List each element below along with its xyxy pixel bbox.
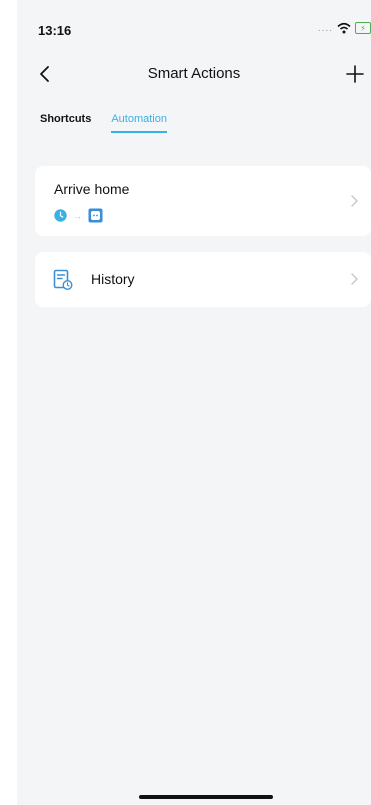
home-indicator[interactable]: [139, 795, 273, 799]
wifi-icon: [337, 22, 351, 34]
automation-flow: →: [54, 208, 103, 223]
chevron-right-icon: [351, 195, 358, 207]
history-label: History: [91, 271, 135, 287]
page-title: Smart Actions: [147, 65, 241, 82]
app-screen: 13:16 .... ⚡ Smart Actions Shortcuts Aut…: [17, 0, 371, 805]
chevron-right-icon: [351, 273, 358, 285]
plus-icon[interactable]: [345, 60, 371, 88]
tab-shortcuts[interactable]: Shortcuts: [40, 113, 91, 133]
battery-charging-icon: ⚡: [355, 22, 371, 34]
signal-dots: ....: [317, 22, 333, 34]
status-bar: 13:16 .... ⚡: [17, 0, 371, 50]
history-document-icon: [53, 269, 73, 291]
automation-title: Arrive home: [54, 181, 130, 197]
status-time: 13:16: [38, 23, 72, 38]
status-icons: .... ⚡: [318, 22, 371, 34]
flow-arrow-icon: →: [73, 210, 82, 221]
automation-card-arrive-home[interactable]: Arrive home →: [35, 166, 371, 236]
tab-bar: Shortcuts Automation: [40, 113, 167, 133]
tab-automation[interactable]: Automation: [111, 113, 167, 133]
nav-bar: Smart Actions: [17, 56, 371, 92]
history-card[interactable]: History: [35, 252, 371, 307]
smart-plug-icon: [88, 208, 103, 223]
clock-icon: [54, 209, 67, 222]
